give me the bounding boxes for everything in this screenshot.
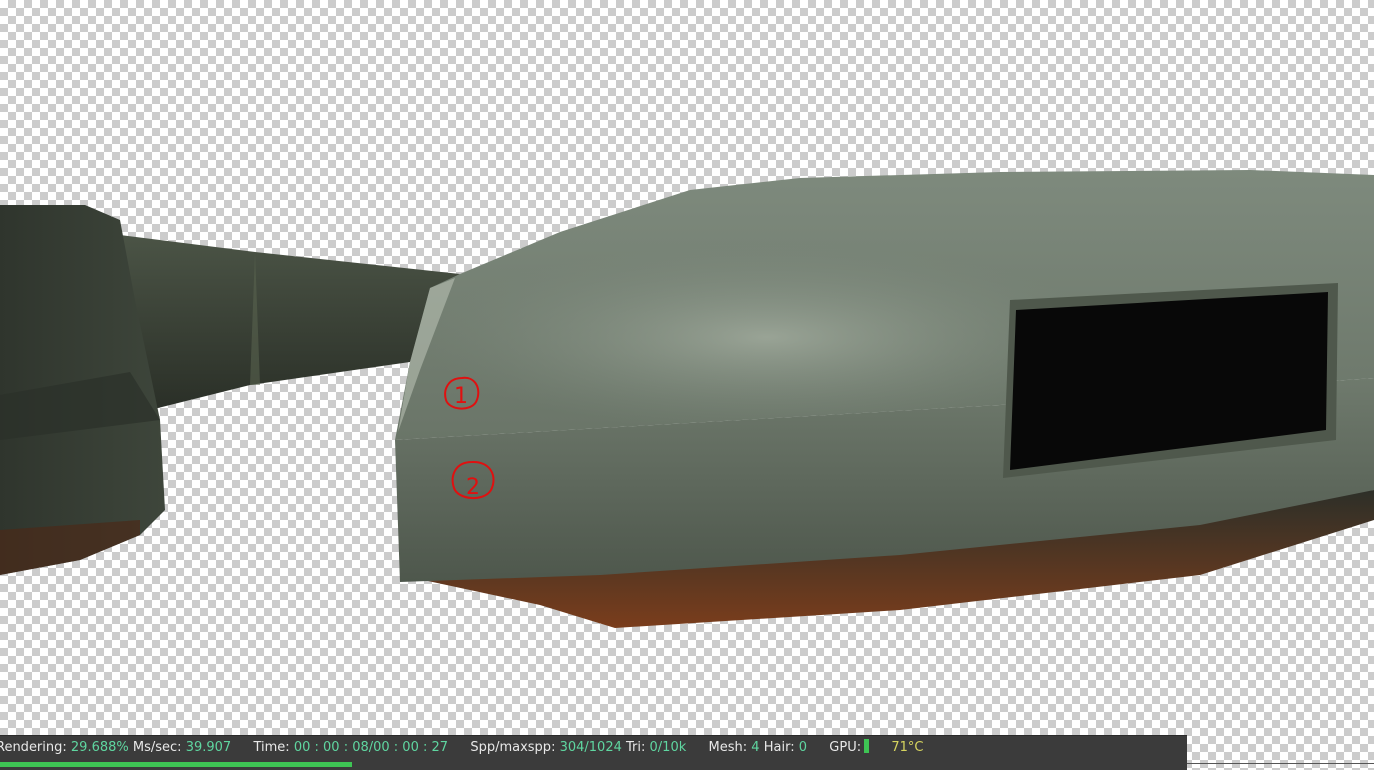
render-stats: Rendering: 29.688% Ms/sec: 39.907 Time: … xyxy=(0,739,924,757)
tri-value: 0/10k xyxy=(649,740,687,755)
render-viewport[interactable]: 1 2 xyxy=(0,0,1374,770)
tri-label: Tri: xyxy=(626,740,646,755)
spp-label: Spp/maxspp: xyxy=(470,740,556,755)
svg-text:2: 2 xyxy=(466,475,480,500)
gpu-temperature: 71°C xyxy=(891,740,924,755)
time-label: Time: xyxy=(253,740,290,755)
time-value: 00 : 00 : 08/00 : 00 : 27 xyxy=(293,740,449,755)
hair-label: Hair: xyxy=(763,740,795,755)
gpu-label: GPU: xyxy=(829,740,862,755)
rendering-value: 29.688% xyxy=(70,740,129,755)
hair-value: 0 xyxy=(798,740,807,755)
main-hull xyxy=(395,170,1374,628)
svg-text:1: 1 xyxy=(454,384,468,409)
ms-sec-label: Ms/sec: xyxy=(132,740,182,755)
ms-sec-value: 39.907 xyxy=(185,740,232,755)
render-progress-bar xyxy=(0,762,1187,767)
rendering-label: Rendering: xyxy=(0,740,67,755)
divider xyxy=(1187,763,1374,764)
gpu-usage-bar xyxy=(864,739,870,753)
render-progress-fill xyxy=(0,762,353,767)
render-status-bar: Rendering: 29.688% Ms/sec: 39.907 Time: … xyxy=(0,735,1187,770)
spp-value: 304/1024 xyxy=(559,740,622,755)
mesh-label: Mesh: xyxy=(708,740,748,755)
mesh-value: 4 xyxy=(751,740,760,755)
render-scene: 1 2 xyxy=(0,170,1374,628)
